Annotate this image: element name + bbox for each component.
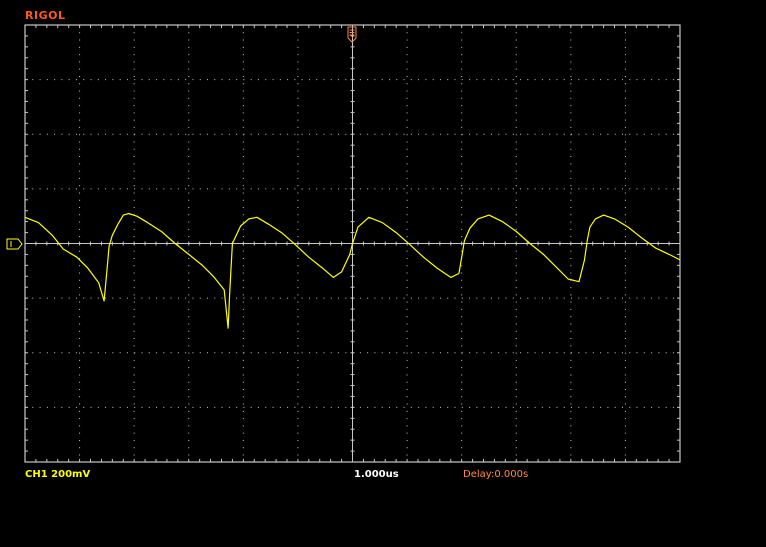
waveform-display [6, 24, 681, 463]
ch1-ground-marker-icon[interactable] [6, 238, 23, 250]
delay-label: Delay:0.000s [463, 469, 529, 480]
channel-scale-label: CH1 200mV [25, 469, 91, 480]
timebase-label: 1.000us [354, 469, 399, 480]
